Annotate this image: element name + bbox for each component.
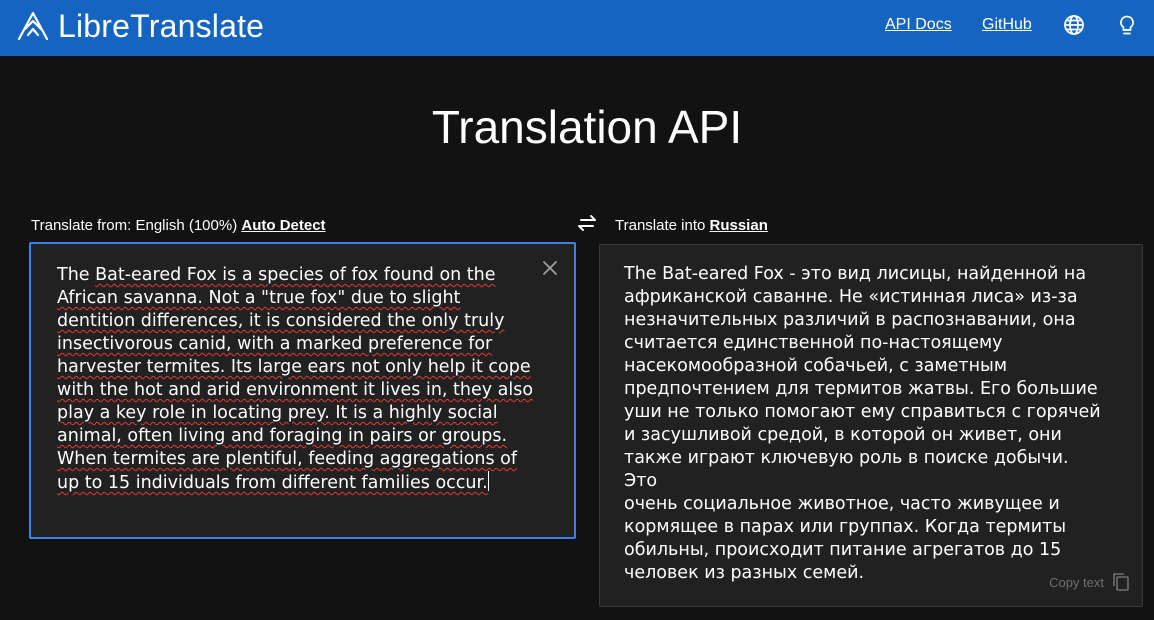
source-language-row: Translate from: English (100%) Auto Dete…	[31, 217, 326, 234]
clear-text-icon[interactable]	[542, 260, 558, 276]
copy-text-button[interactable]: Copy text	[1049, 572, 1130, 592]
source-text-line: insectivorous canid, with a marked prefe…	[57, 334, 493, 354]
source-language-select[interactable]: Auto Detect	[241, 217, 325, 234]
source-text-line: animal, often living and foraging in pai…	[57, 426, 508, 446]
source-text-line: The Bat-eared Fox is a species of fox fo…	[57, 265, 496, 285]
lightbulb-icon[interactable]	[1116, 14, 1138, 36]
source-text-line: with the hot and arid environment it liv…	[57, 380, 534, 400]
source-text-line: play a key role in locating prey. It is …	[57, 403, 498, 423]
translated-text-area: The Bat-eared Fox - это вид лисицы, найд…	[599, 244, 1143, 607]
github-link[interactable]: GitHub	[982, 16, 1032, 34]
translated-text-content: The Bat-eared Fox - это вид лисицы, найд…	[624, 264, 1101, 583]
brand-title: LibreTranslate	[58, 7, 265, 44]
api-docs-link[interactable]: API Docs	[885, 16, 952, 34]
source-text-line: harvester termites. Its large ears not o…	[57, 357, 531, 377]
source-text-line: African savanna. Not a "true fox" due to…	[57, 288, 461, 308]
libretranslate-logo-icon	[17, 11, 49, 41]
source-text-area[interactable]: The Bat-eared Fox is a species of fox fo…	[29, 242, 576, 539]
target-language-row: Translate into Russian	[615, 217, 768, 234]
target-language-label: Translate into	[615, 217, 706, 234]
navbar: LibreTranslate API Docs GitHub	[0, 0, 1154, 56]
source-text-line: When termites are plentiful, feeding agg…	[57, 449, 518, 469]
source-text-content[interactable]: The Bat-eared Fox is a species of fox fo…	[57, 264, 537, 495]
brand-link[interactable]: LibreTranslate	[16, 4, 264, 48]
target-language-select[interactable]: Russian	[710, 217, 768, 234]
globe-icon[interactable]	[1063, 14, 1085, 36]
source-text-line: dentition differences, it is considered …	[57, 311, 505, 331]
source-text-line: up to 15 individuals from different fami…	[57, 471, 489, 493]
swap-languages-icon[interactable]	[576, 214, 598, 232]
text-caret	[487, 471, 489, 491]
source-language-label: Translate from: English (100%)	[31, 217, 238, 234]
page-title: Translation API	[431, 101, 743, 153]
copy-icon	[1113, 573, 1129, 591]
copy-text-label: Copy text	[1049, 574, 1104, 590]
